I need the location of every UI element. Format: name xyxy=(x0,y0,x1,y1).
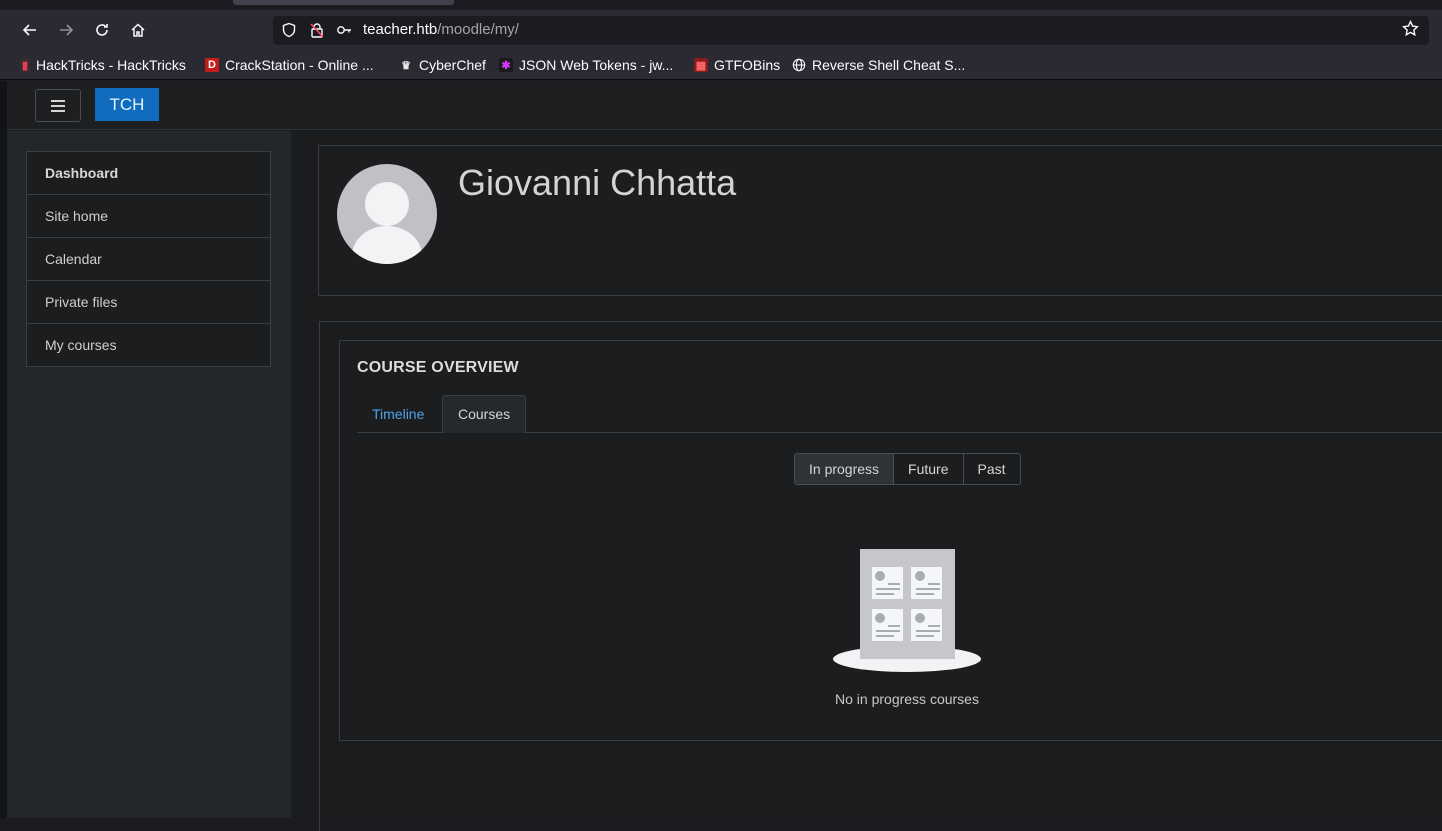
active-tab[interactable] xyxy=(233,0,454,5)
bookmark-jwt[interactable]: ✱ JSON Web Tokens - jw... xyxy=(499,56,673,74)
block-title: COURSE OVERVIEW xyxy=(357,359,519,376)
bookmark-label: CyberChef xyxy=(419,57,486,73)
back-icon[interactable] xyxy=(16,16,44,44)
bookmark-hacktricks[interactable]: ▮ HackTricks - HackTricks xyxy=(20,56,186,74)
reload-icon[interactable] xyxy=(88,16,116,44)
tab-courses[interactable]: Courses xyxy=(442,395,527,433)
filter-past-button[interactable]: Past xyxy=(963,454,1020,484)
avatar[interactable] xyxy=(337,164,437,264)
url-path: /moodle/my/ xyxy=(437,21,519,38)
nav-item-site-home[interactable]: Site home xyxy=(27,195,270,238)
nav-item-dashboard[interactable]: Dashboard xyxy=(27,152,270,195)
overview-tabs: Timeline Courses xyxy=(357,395,1442,433)
menu-toggle-button[interactable] xyxy=(35,89,81,122)
globe-icon xyxy=(792,58,806,72)
bookmark-label: CrackStation - Online ... xyxy=(225,57,374,73)
bookmark-cyberchef[interactable]: ♛ CyberChef xyxy=(399,56,486,74)
bookmark-label: Reverse Shell Cheat S... xyxy=(812,57,966,73)
site-brand-link[interactable]: TCH xyxy=(95,88,159,121)
nav-item-my-courses[interactable]: My courses xyxy=(27,324,270,366)
insecure-lock-icon[interactable] xyxy=(309,22,325,38)
site-navbar: TCH xyxy=(7,81,1442,130)
nav-item-calendar[interactable]: Calendar xyxy=(27,238,270,281)
forward-icon[interactable] xyxy=(52,16,80,44)
bookmark-star-icon[interactable] xyxy=(1402,19,1419,42)
url-text[interactable]: teacher.htb/moodle/my/ xyxy=(363,21,519,38)
tab-timeline[interactable]: Timeline xyxy=(357,395,439,433)
shield-icon[interactable] xyxy=(281,22,297,38)
bookmark-gtfobins[interactable]: ▦ GTFOBins xyxy=(694,56,780,74)
page-title: Giovanni Chhatta xyxy=(458,162,737,203)
course-overview-block: COURSE OVERVIEW Timeline Courses In prog… xyxy=(339,340,1442,741)
empty-state-message: No in progress courses xyxy=(835,691,979,707)
filter-future-button[interactable]: Future xyxy=(894,454,964,484)
bookmark-crackstation[interactable]: D CrackStation - Online ... xyxy=(205,56,374,74)
browser-toolbar: teacher.htb/moodle/my/ xyxy=(0,10,1442,50)
bookmark-label: JSON Web Tokens - jw... xyxy=(519,57,674,73)
hacktricks-icon: ▮ xyxy=(20,58,30,72)
cyberchef-icon: ♛ xyxy=(401,59,411,72)
page-header: Giovanni Chhatta xyxy=(318,145,1442,296)
key-icon[interactable] xyxy=(336,22,352,38)
page: TCH Dashboard Site home Calendar Private… xyxy=(0,81,1442,831)
crackstation-icon: D xyxy=(205,58,219,72)
nav-list: Dashboard Site home Calendar Private fil… xyxy=(26,151,271,367)
bookmark-label: HackTricks - HackTricks xyxy=(36,57,186,73)
course-filter-group: In progress Future Past xyxy=(794,453,1021,485)
url-host: teacher.htb xyxy=(363,21,438,38)
hamburger-icon xyxy=(51,99,65,112)
nav-item-private-files[interactable]: Private files xyxy=(27,281,270,324)
tab-strip xyxy=(0,0,1442,10)
page-edge xyxy=(0,81,7,818)
dashboard-region: COURSE OVERVIEW Timeline Courses In prog… xyxy=(319,321,1442,831)
url-bar[interactable]: teacher.htb/moodle/my/ xyxy=(273,16,1429,45)
jwt-icon: ✱ xyxy=(499,58,513,72)
bookmark-reverse-shell[interactable]: Reverse Shell Cheat S... xyxy=(792,56,965,74)
nav-drawer: Dashboard Site home Calendar Private fil… xyxy=(7,131,291,818)
main-region: Giovanni Chhatta COURSE OVERVIEW Timelin… xyxy=(291,131,1442,831)
gtfobins-icon: ▦ xyxy=(694,58,708,72)
bookmark-label: GTFOBins xyxy=(714,57,781,73)
filter-in-progress-button[interactable]: In progress xyxy=(795,454,895,484)
bookmarks-toolbar: ▮ HackTricks - HackTricks D CrackStation… xyxy=(0,50,1442,80)
empty-courses-icon xyxy=(833,549,983,675)
home-icon[interactable] xyxy=(124,16,152,44)
